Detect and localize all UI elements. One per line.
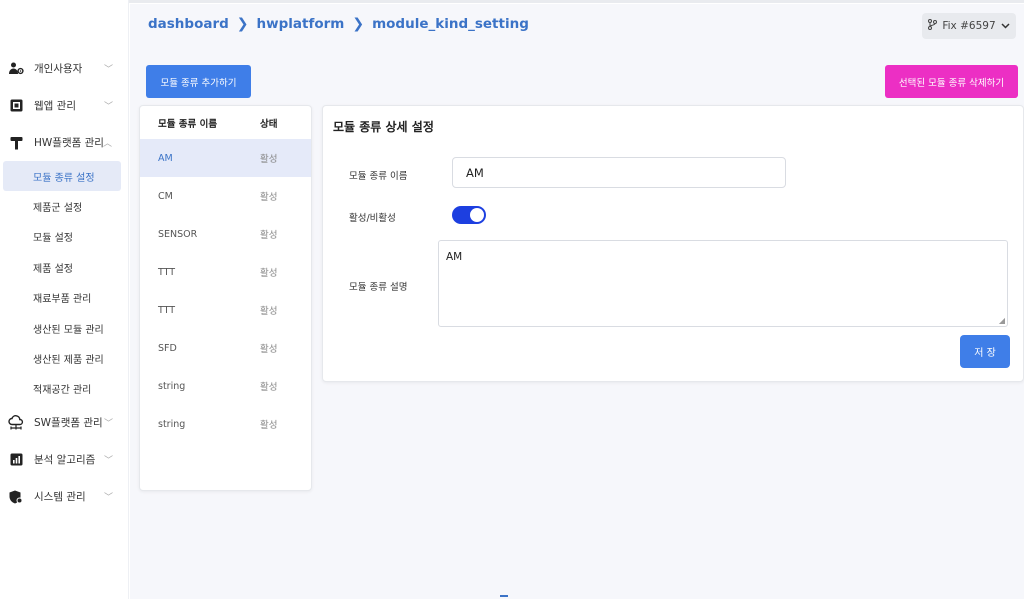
list-rows: AM 활성 CM 활성 SENSOR 활성 TTT 활성 TTT 활성 SFD 활성 string 활성 s…: [140, 139, 311, 443]
list-item-name: SENSOR: [158, 228, 198, 240]
delete-selected-module-kind-button[interactable]: 선택된 모듈 종류 삭제하기: [885, 65, 1018, 98]
module-kind-name-input[interactable]: AM: [452, 157, 786, 188]
sidebar-group-0[interactable]: 개인사용자 ﹀: [0, 50, 129, 87]
sidebar-group-2[interactable]: HW플랫폼 관리 ︿: [0, 124, 129, 161]
active-field-label: 활성/비활성: [349, 213, 396, 224]
git-branch-icon: [928, 19, 938, 33]
sidebar-subitem-1[interactable]: 제품군 설정: [0, 191, 129, 221]
list-item-status: 활성: [260, 192, 278, 203]
list-item-status: 활성: [260, 306, 278, 317]
sidebar-subitem-4[interactable]: 재료부품 관리: [0, 283, 129, 313]
scroll-indicator: [500, 595, 508, 597]
module-kind-list: 모듈 종류 이름 상태 AM 활성 CM 활성 SENSOR 활성 TTT 활성 TTT 활성 SF…: [139, 105, 312, 491]
description-field-label: 모듈 종류 설명: [349, 282, 408, 293]
bar-chart-icon: [8, 452, 24, 468]
sidebar-group-4[interactable]: 분석 알고리즘 ﹀: [0, 441, 129, 478]
breadcrumb-separator: ❯: [236, 16, 249, 32]
window-top-border: [0, 0, 1024, 3]
chevron-down-icon: ﹀: [103, 65, 113, 75]
chevron-down-icon: ﹀: [103, 419, 113, 430]
list-header: 모듈 종류 이름 상태: [140, 106, 311, 139]
sidebar-group-5[interactable]: 시스템 관리 ﹀: [0, 478, 129, 515]
webapp-icon: [8, 98, 24, 114]
column-header-name[interactable]: 모듈 종류 이름: [140, 116, 244, 130]
list-item-name: string: [158, 418, 186, 430]
list-item[interactable]: TTT 활성: [140, 253, 311, 291]
sidebar-menu: 개인사용자 ﹀ 웹앱 관리 ﹀ HW플랫폼 관리 ︿ 모듈 종류 설정 제품군 설정 모듈 설정…: [0, 50, 129, 515]
chevron-down-icon: ﹀: [103, 456, 113, 467]
hammer-icon: [8, 135, 24, 151]
user-settings-icon: [8, 61, 24, 77]
chevron-down-icon: [1001, 20, 1010, 32]
chevron-down-icon: ﹀: [103, 102, 113, 112]
sidebar-group-label: HW플랫폼 관리: [34, 137, 104, 149]
chevron-down-icon: ﹀: [103, 493, 113, 504]
sidebar-subitem-0[interactable]: 모듈 종류 설정: [3, 161, 121, 192]
list-item[interactable]: string 활성: [140, 367, 311, 405]
list-item-name: string: [158, 380, 186, 392]
sidebar-subitem-2[interactable]: 모듈 설정: [0, 222, 129, 252]
branch-label: Fix #6597: [942, 20, 996, 32]
sidebar: 개인사용자 ﹀ 웹앱 관리 ﹀ HW플랫폼 관리 ︿ 모듈 종류 설정 제품군 설정 모듈 설정…: [0, 0, 129, 599]
detail-title: 모듈 종류 상세 설정: [333, 120, 434, 134]
detail-panel: 모듈 종류 상세 설정 모듈 종류 이름 AM 활성/비활성 모듈 종류 설명 …: [322, 105, 1024, 382]
main-content: 모듈 종류 추가하기 선택된 모듈 종류 삭제하기 모듈 종류 이름 상태 AM…: [130, 48, 1024, 599]
list-item-name: TTT: [158, 266, 176, 278]
sidebar-subitem-6[interactable]: 생산된 제품 관리: [0, 343, 129, 373]
list-item-status: 활성: [260, 420, 278, 431]
sidebar-group-3[interactable]: SW플랫폼 관리 ﹀: [0, 404, 129, 441]
sidebar-group-label: SW플랫폼 관리: [34, 417, 103, 430]
list-item-name: SFD: [158, 342, 177, 354]
sidebar-group-label: 분석 알고리즘: [34, 454, 96, 467]
top-bar: dashboard ❯ hwplatform ❯ module_kind_set…: [130, 4, 1024, 48]
save-button[interactable]: 저 장: [960, 335, 1010, 368]
breadcrumb-separator: ❯: [352, 16, 365, 32]
cloud-network-icon: [8, 415, 24, 431]
breadcrumb-item-dashboard[interactable]: dashboard: [148, 16, 229, 32]
list-item-name: TTT: [158, 304, 176, 316]
breadcrumb-item-hwplatform[interactable]: hwplatform: [257, 16, 345, 32]
shield-gear-icon: [8, 489, 24, 505]
list-item-status: 활성: [260, 268, 278, 279]
active-toggle[interactable]: [452, 206, 486, 224]
description-text: AM: [446, 251, 463, 263]
list-item[interactable]: TTT 활성: [140, 291, 311, 329]
toggle-knob: [470, 208, 484, 222]
add-module-kind-button[interactable]: 모듈 종류 추가하기: [146, 65, 251, 98]
chevron-up-icon: ︿: [102, 139, 112, 149]
sidebar-group-label: 웹앱 관리: [34, 100, 76, 112]
sidebar-group-label: 시스템 관리: [34, 491, 86, 504]
sidebar-group-1[interactable]: 웹앱 관리 ﹀: [0, 87, 129, 124]
list-item[interactable]: CM 활성: [140, 177, 311, 215]
list-item-status: 활성: [260, 154, 278, 165]
list-item[interactable]: AM 활성: [140, 139, 311, 177]
list-item-status: 활성: [260, 230, 278, 241]
module-kind-description-textarea[interactable]: AM ◢: [438, 240, 1008, 327]
column-header-status[interactable]: 상태: [244, 116, 304, 130]
list-item[interactable]: SENSOR 활성: [140, 215, 311, 253]
list-item-name: CM: [158, 190, 173, 202]
resize-grip-icon[interactable]: ◢: [999, 316, 1005, 325]
list-item[interactable]: string 활성: [140, 405, 311, 443]
breadcrumb-item-current: module_kind_setting: [372, 16, 529, 32]
branch-selector[interactable]: Fix #6597: [922, 13, 1016, 39]
list-item-status: 활성: [260, 382, 278, 393]
list-item[interactable]: SFD 활성: [140, 329, 311, 367]
list-item-name: AM: [158, 152, 173, 164]
list-item-status: 활성: [260, 344, 278, 355]
sidebar-subitem-3[interactable]: 제품 설정: [0, 252, 129, 282]
name-field-label: 모듈 종류 이름: [349, 171, 408, 182]
sidebar-subitem-5[interactable]: 생산된 모듈 관리: [0, 313, 129, 343]
sidebar-subitem-7[interactable]: 적재공간 관리: [0, 374, 129, 404]
breadcrumb: dashboard ❯ hwplatform ❯ module_kind_set…: [148, 16, 529, 32]
sidebar-group-label: 개인사용자: [34, 63, 83, 75]
